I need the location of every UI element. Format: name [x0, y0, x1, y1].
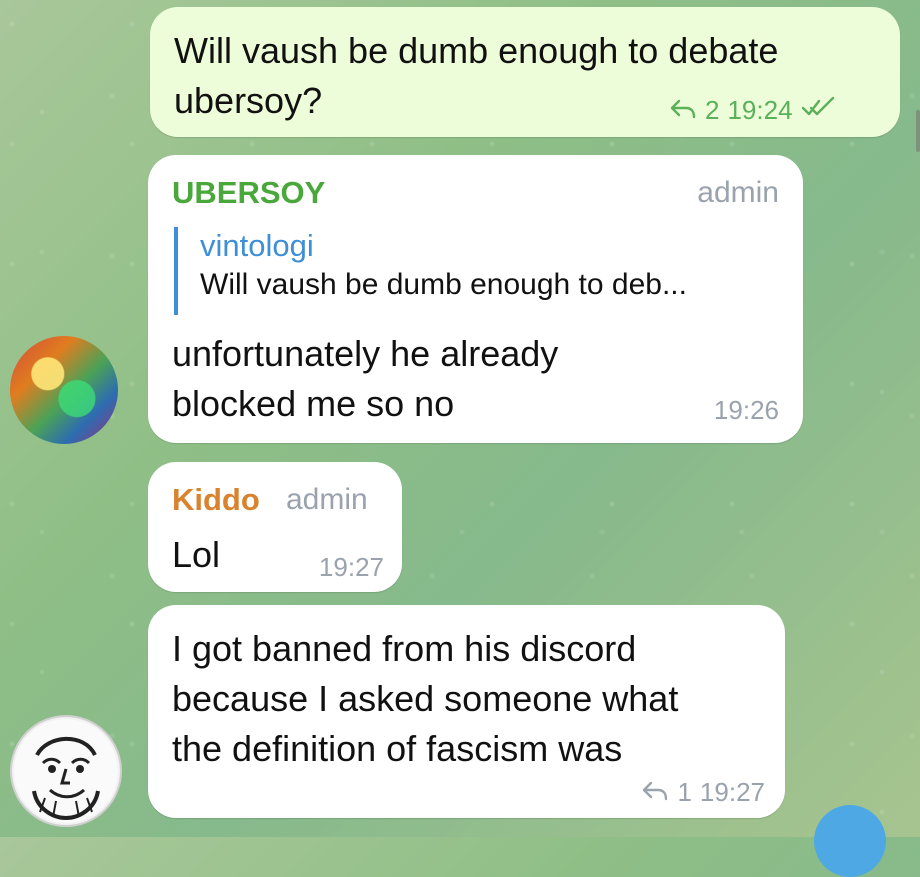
- reply-text: Will vaush be dumb enough to deb...: [200, 268, 687, 301]
- message-meta: 19:27: [319, 552, 384, 582]
- message-meta: 19:26: [714, 395, 779, 425]
- message-meta: 1 19:27: [641, 777, 765, 807]
- admin-label: admin: [697, 176, 779, 209]
- admin-label: admin: [286, 483, 368, 516]
- message-line: Will vaush be dumb enough to debate: [174, 30, 779, 71]
- message-line: I got banned from his discord: [172, 628, 637, 669]
- message-bubble-incoming-3[interactable]: I got banned from his discord because I …: [148, 605, 785, 818]
- message-time: 19:27: [699, 777, 765, 807]
- reply-author: vintologi: [200, 228, 314, 263]
- avatar[interactable]: [10, 715, 122, 827]
- avatar[interactable]: [10, 336, 118, 444]
- message-bubble-incoming-2[interactable]: Kiddo admin Lol 19:27: [148, 462, 402, 592]
- message-text: I got banned from his discord because I …: [172, 624, 762, 774]
- scroll-indicator[interactable]: [916, 110, 920, 152]
- message-line: Lol: [172, 534, 221, 575]
- message-time: 19:24: [727, 95, 793, 125]
- double-check-icon: [801, 95, 835, 125]
- reply-count: 1: [677, 777, 692, 807]
- message-line: the definition of fascism was: [172, 728, 623, 769]
- message-meta: 2 19:24: [669, 95, 835, 125]
- message-time: 19:26: [713, 395, 779, 425]
- message-line: unfortunately he already: [172, 333, 559, 374]
- message-line: because I asked someone what: [172, 678, 679, 719]
- message-bubble-incoming-1[interactable]: UBERSOY admin vintologi Will vaush be du…: [148, 155, 803, 443]
- reply-arrow-icon: [641, 777, 669, 807]
- reply-quote[interactable]: vintologi Will vaush be dumb enough to d…: [174, 227, 687, 315]
- message-text: unfortunately he already blocked me so n…: [172, 329, 692, 429]
- message-time: 19:27: [318, 552, 384, 582]
- message-line: blocked me so no: [172, 383, 455, 424]
- sender-name[interactable]: UBERSOY: [172, 175, 325, 211]
- sender-name[interactable]: Kiddo: [172, 482, 260, 518]
- reply-count: 2: [705, 95, 720, 125]
- scroll-down-button[interactable]: [814, 805, 886, 877]
- message-text: Lol: [172, 530, 220, 580]
- message-bubble-outgoing-1[interactable]: Will vaush be dumb enough to debate uber…: [150, 7, 900, 137]
- reply-arrow-icon: [669, 95, 697, 125]
